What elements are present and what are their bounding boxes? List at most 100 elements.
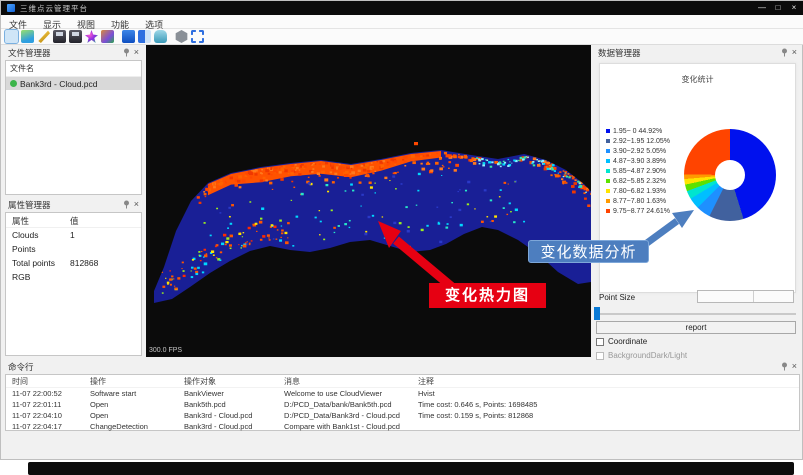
legend-swatch: [606, 189, 610, 193]
cube-filled-icon[interactable]: [122, 30, 135, 43]
mesh-icon[interactable]: [175, 30, 188, 43]
table-row[interactable]: 11-07 22:01:11OpenBank5th.pcdD:/PCD_Data…: [6, 399, 799, 410]
save-all-icon[interactable]: [69, 30, 82, 43]
close-icon[interactable]: ×: [134, 46, 139, 59]
point-size-label: Point Size: [599, 293, 635, 302]
legend-label: 7.80~6.82 1.93%: [613, 188, 666, 195]
settings-star-icon[interactable]: [85, 30, 98, 43]
pin-icon[interactable]: [123, 48, 130, 57]
report-button[interactable]: report: [596, 321, 796, 334]
table-cell: 11-07 22:00:52: [12, 389, 62, 398]
property-cell: Total points: [12, 258, 55, 268]
file-tree: 文件名 Bank3rd - Cloud.pcd: [5, 60, 142, 195]
cube-half-icon[interactable]: [138, 30, 151, 43]
property-col-header: 属性: [12, 215, 29, 227]
close-icon[interactable]: ×: [134, 198, 139, 211]
window-title: 三维点云管理平台: [20, 3, 88, 14]
table-row[interactable]: 11-07 22:00:52Software startBankViewerWe…: [6, 388, 799, 399]
panel-title: 文件管理器: [8, 47, 123, 59]
legend-swatch: [606, 129, 610, 133]
close-icon[interactable]: ×: [792, 46, 797, 59]
coordinate-checkbox[interactable]: [596, 338, 604, 346]
table-cell: Bank3rd - Cloud.pcd: [184, 411, 252, 420]
taskbar[interactable]: [28, 462, 794, 475]
table-cell: ChangeDetection: [90, 422, 148, 431]
file-manager-header: 文件管理器 ×: [3, 46, 144, 59]
table-cell: D:/PCD_Data/Bank3rd - Cloud.pcd: [284, 411, 400, 420]
table-cell: Bank3rd - Cloud.pcd: [184, 422, 252, 431]
table-col-header: 操作对象: [184, 376, 216, 387]
property-cell: Clouds: [12, 230, 38, 240]
selection-box-icon[interactable]: [191, 30, 204, 43]
file-item-label: Bank3rd - Cloud.pcd: [20, 79, 98, 89]
app-window: 三维点云管理平台 — □ × 文件显示视图功能选项 文件管理器 × 文件名 Ba…: [0, 0, 803, 460]
legend-item: 7.80~6.82 1.93%: [606, 186, 670, 196]
pin-icon[interactable]: [781, 362, 788, 371]
table-cell: 11-07 22:01:11: [12, 400, 61, 409]
new-point-cloud-icon[interactable]: [5, 30, 18, 43]
point-size-input-divider: [753, 291, 754, 302]
tree-header: 文件名: [6, 61, 141, 77]
app-icon: [7, 4, 15, 12]
table-header-row: 时间操作操作对象消息注释: [6, 375, 799, 388]
legend-label: 5.85~4.87 2.90%: [613, 168, 666, 175]
legend-item: 2.92~1.95 12.05%: [606, 136, 670, 146]
pin-icon[interactable]: [123, 200, 130, 209]
panel-title: 命令行: [8, 361, 781, 373]
property-row: Total points 812868: [6, 256, 141, 270]
property-col-header: 值: [70, 215, 79, 227]
toolbar: [1, 29, 803, 45]
window-controls: — □ ×: [754, 1, 803, 15]
legend-label: 9.75~8.77 24.61%: [613, 208, 670, 215]
table-cell: Compare with Bank1st - Cloud.pcd: [284, 422, 400, 431]
table-col-header: 消息: [284, 376, 300, 387]
table-cell: Welcome to use CloudViewer: [284, 389, 382, 398]
background-label: BackgroundDark/Light: [608, 351, 687, 360]
property-cell: 1: [70, 230, 75, 240]
table-row[interactable]: 11-07 22:04:17 ChangeDetection Bank3rd - C…: [6, 421, 799, 432]
property-row: RGB: [6, 270, 141, 284]
data-manager-header: 数据管理器 ×: [593, 46, 802, 59]
cylinder-icon[interactable]: [154, 30, 167, 43]
donut-hole: [715, 160, 745, 190]
background-checkbox[interactable]: [596, 352, 604, 360]
maximize-button[interactable]: □: [770, 1, 786, 15]
legend-label: 4.87~3.90 3.89%: [613, 158, 666, 165]
brush-icon[interactable]: [37, 30, 50, 43]
pin-icon[interactable]: [781, 48, 788, 57]
close-icon[interactable]: ×: [792, 360, 797, 373]
property-cell: RGB: [12, 272, 30, 282]
property-row: Points: [6, 242, 141, 256]
legend-label: 2.92~1.95 12.05%: [613, 138, 670, 145]
layers-icon[interactable]: [101, 30, 114, 43]
table-cell: D:/PCD_Data/bank/Bank5th.pcd: [284, 400, 392, 409]
property-cell: 812868: [70, 258, 98, 268]
command-table: 时间操作操作对象消息注释11-07 22:00:52Software start…: [5, 374, 800, 431]
legend-item: 9.75~8.77 24.61%: [606, 206, 670, 216]
status-dot: [10, 80, 17, 87]
command-line-header: 命令行 ×: [3, 360, 802, 373]
legend-item: 6.82~5.85 2.32%: [606, 176, 670, 186]
background-checkbox-row: BackgroundDark/Light: [596, 351, 687, 360]
table-cell: BankViewer: [184, 389, 224, 398]
legend-swatch: [606, 209, 610, 213]
slider-handle[interactable]: [594, 307, 600, 320]
open-file-icon[interactable]: [21, 30, 34, 43]
table-cell: Time cost: 0.646 s, Points: 1698485: [418, 400, 537, 409]
table-col-header: 操作: [90, 376, 106, 387]
table-cell: 11-07 22:04:17: [12, 422, 62, 431]
file-item[interactable]: Bank3rd - Cloud.pcd: [6, 77, 141, 90]
fps-counter: 300.0 FPS: [149, 347, 182, 354]
table-cell: Time cost: 0.159 s, Points: 812868: [418, 411, 533, 420]
legend-swatch: [606, 149, 610, 153]
table-row[interactable]: 11-07 22:04:10OpenBank3rd - Cloud.pcdD:/…: [6, 410, 799, 421]
3d-viewport[interactable]: 300.0 FPS: [146, 45, 591, 357]
heatmap-annotation: 变化热力图: [429, 283, 546, 308]
minimize-button[interactable]: —: [754, 1, 770, 15]
panel-title: 数据管理器: [598, 47, 781, 59]
close-button[interactable]: ×: [786, 1, 802, 15]
save-icon[interactable]: [53, 30, 66, 43]
donut-chart: [684, 129, 776, 221]
point-size-input[interactable]: [697, 290, 794, 303]
point-size-slider[interactable]: [594, 313, 796, 315]
